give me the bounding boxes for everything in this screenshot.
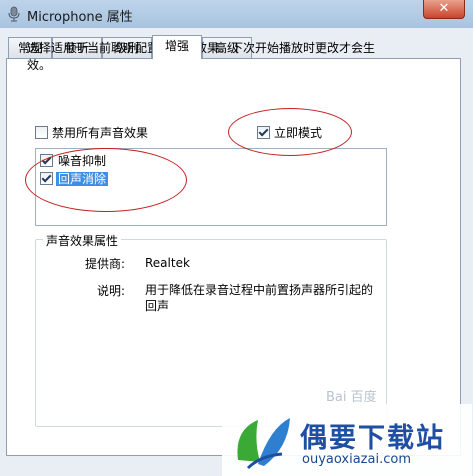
- tab-enhancements[interactable]: 增强: [152, 35, 202, 59]
- site-brand: 偶要下载站: [300, 423, 445, 454]
- immediate-mode-label: 立即模式: [274, 126, 323, 140]
- description-value-line-1: 用于降低在录音过程中前置扬声器所引起的: [145, 283, 374, 297]
- microphone-icon: [8, 6, 20, 22]
- checkbox-box[interactable]: [35, 126, 48, 139]
- disable-all-effects-label: 禁用所有声音效果: [52, 126, 149, 140]
- checkbox-box[interactable]: [257, 126, 270, 139]
- title-bar: Microphone 属性 ✕: [0, 0, 473, 29]
- provider-value: Realtek: [145, 256, 190, 270]
- checkbox-box[interactable]: [40, 172, 53, 185]
- group-title: 声音效果属性: [43, 232, 122, 249]
- leaf-logo-icon: [237, 418, 290, 470]
- close-button[interactable]: ✕: [423, 0, 465, 19]
- disable-all-effects-checkbox[interactable]: 禁用所有声音效果: [35, 124, 148, 141]
- checkbox-box[interactable]: [40, 154, 53, 167]
- effect-item-echo-cancellation[interactable]: 回声消除: [40, 170, 109, 186]
- effect-item-noise-suppression[interactable]: 噪音抑制: [40, 152, 108, 168]
- window-title: Microphone 属性: [27, 10, 133, 25]
- description-value-line-2: 回声: [145, 299, 170, 313]
- effects-list[interactable]: 噪音抑制 回声消除: [35, 148, 387, 226]
- provider-label: 提供商:: [84, 257, 125, 271]
- immediate-mode-checkbox[interactable]: 立即模式: [257, 124, 322, 141]
- site-watermark: 偶要下载站 ouyaoxiazai.com: [222, 404, 472, 476]
- enhancements-description: 选择适用于当前聆听配置的声音效果。下次开始播放时更改才会生效。: [27, 41, 376, 72]
- effect-label: 噪音抑制: [58, 153, 107, 168]
- effect-label: 回声消除: [56, 171, 109, 186]
- description-label: 说明:: [96, 284, 125, 298]
- site-url: ouyaoxiazai.com: [302, 452, 411, 467]
- baidu-watermark: Bai 百度: [326, 390, 377, 405]
